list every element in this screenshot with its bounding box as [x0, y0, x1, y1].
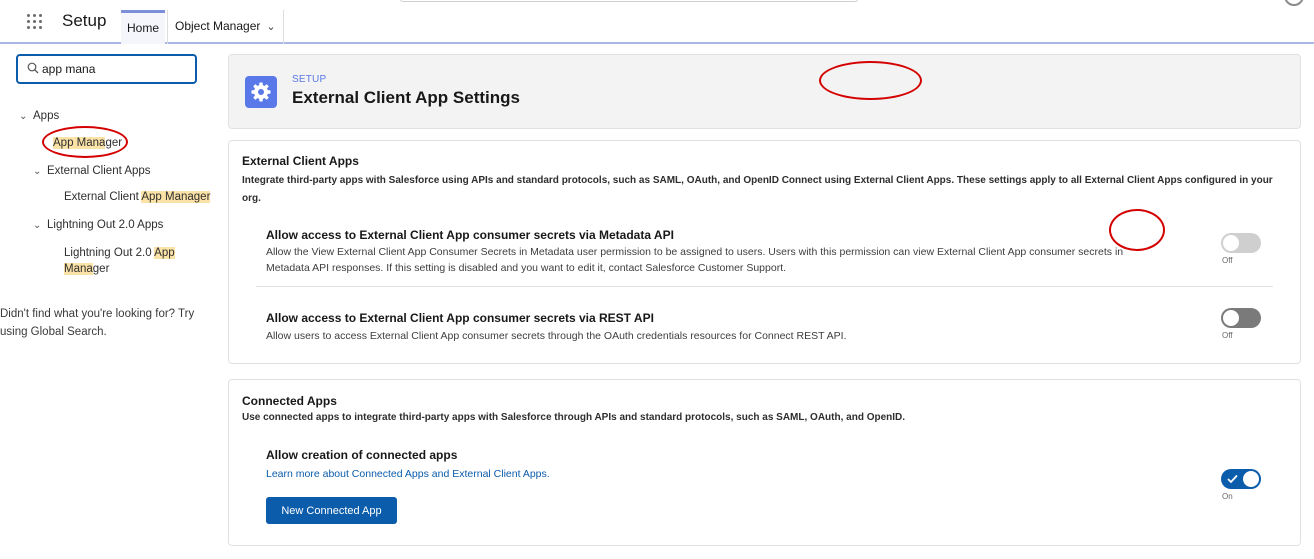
quick-find-search[interactable] — [16, 54, 197, 84]
search-highlight: Mana — [64, 263, 93, 275]
tree-item-lo-prefix: Lightning Out 2.0 — [64, 247, 155, 259]
tree-item-external-client-apps-label: External Client Apps — [47, 165, 151, 177]
check-icon — [1227, 474, 1238, 484]
tree-item-external-client-apps[interactable]: ⌄ External Client Apps — [33, 165, 151, 177]
divider — [256, 286, 1273, 287]
quick-find-input[interactable] — [42, 60, 192, 78]
annotation-circle — [1109, 209, 1165, 251]
new-connected-app-button[interactable]: New Connected App — [266, 497, 397, 524]
gear-icon — [245, 76, 277, 108]
tree-item-external-client-app-manager[interactable]: External Client App Manager — [64, 191, 211, 203]
global-search-box[interactable] — [400, 0, 858, 2]
setting-metadata-api-description: Allow the View External Client App Consu… — [266, 246, 1124, 274]
setting-rest-api-title: Allow access to External Client App cons… — [266, 311, 654, 325]
rest-api-toggle-state: Off — [1222, 331, 1233, 340]
learn-more-link[interactable]: Learn more about Connected Apps and Exte… — [266, 466, 550, 482]
external-client-apps-description: Integrate third-party apps with Salesfor… — [242, 175, 1273, 204]
rest-api-toggle[interactable] — [1221, 308, 1261, 328]
tab-home-label: Home — [127, 21, 160, 35]
app-name: Setup — [62, 11, 107, 30]
tree-item-apps-label: Apps — [33, 110, 60, 122]
tree-item-lightning-out-label: Lightning Out 2.0 Apps — [47, 219, 164, 231]
connected-apps-description: Use connected apps to integrate third-pa… — [242, 412, 906, 423]
chevron-down-icon[interactable]: ⌄ — [33, 220, 47, 231]
tree-item-apps[interactable]: ⌄ Apps — [19, 110, 59, 122]
setting-connected-apps-title: Allow creation of connected apps — [266, 448, 458, 462]
toggle-knob — [1223, 235, 1239, 251]
tree-item-lo-rest: ger — [92, 263, 110, 275]
tree-item-lightning-out-app-manager[interactable]: Lightning Out 2.0 App Manager — [64, 245, 175, 277]
setting-metadata-api-title: Allow access to External Client App cons… — [266, 228, 674, 242]
chevron-down-icon[interactable]: ⌄ — [266, 11, 275, 43]
sidebar-help-text: Didn't find what you're looking for? Try… — [0, 308, 195, 338]
page-eyebrow: SETUP — [292, 74, 327, 85]
setup-sidebar: ⌄Apps App Manager ⌄External Client Apps … — [0, 46, 220, 559]
global-header: Setup Home Object Manager ⌄ — [0, 0, 1314, 44]
toggle-knob — [1243, 471, 1259, 487]
tab-object-manager-label: Object Manager — [175, 19, 261, 33]
search-highlight: App Manager — [141, 191, 211, 203]
app-launcher-icon[interactable] — [27, 14, 45, 30]
search-highlight: App — [154, 247, 175, 259]
tab-home[interactable]: Home — [121, 10, 166, 44]
connected-apps-title: Connected Apps — [242, 394, 337, 408]
external-client-apps-title: External Client Apps — [242, 154, 359, 168]
chevron-down-icon[interactable]: ⌄ — [19, 111, 33, 122]
search-icon — [27, 62, 39, 74]
page-header: SETUP External Client App Settings — [228, 54, 1301, 129]
connected-apps-toggle[interactable] — [1221, 469, 1261, 489]
metadata-api-toggle[interactable] — [1221, 233, 1261, 253]
tree-item-ext-prefix: External Client — [64, 191, 142, 203]
tab-object-manager[interactable]: Object Manager ⌄ — [167, 10, 284, 44]
metadata-api-toggle-state: Off — [1222, 256, 1233, 265]
setting-rest-api-description: Allow users to access External Client Ap… — [266, 330, 847, 342]
annotation-circle — [819, 61, 922, 100]
connected-apps-toggle-state: On — [1222, 492, 1233, 501]
tree-item-lightning-out-apps[interactable]: ⌄ Lightning Out 2.0 Apps — [33, 219, 163, 231]
toggle-knob — [1223, 310, 1239, 326]
chevron-down-icon[interactable]: ⌄ — [33, 166, 47, 177]
avatar[interactable] — [1284, 0, 1304, 6]
annotation-circle — [42, 126, 128, 158]
page-title: External Client App Settings — [292, 88, 520, 107]
